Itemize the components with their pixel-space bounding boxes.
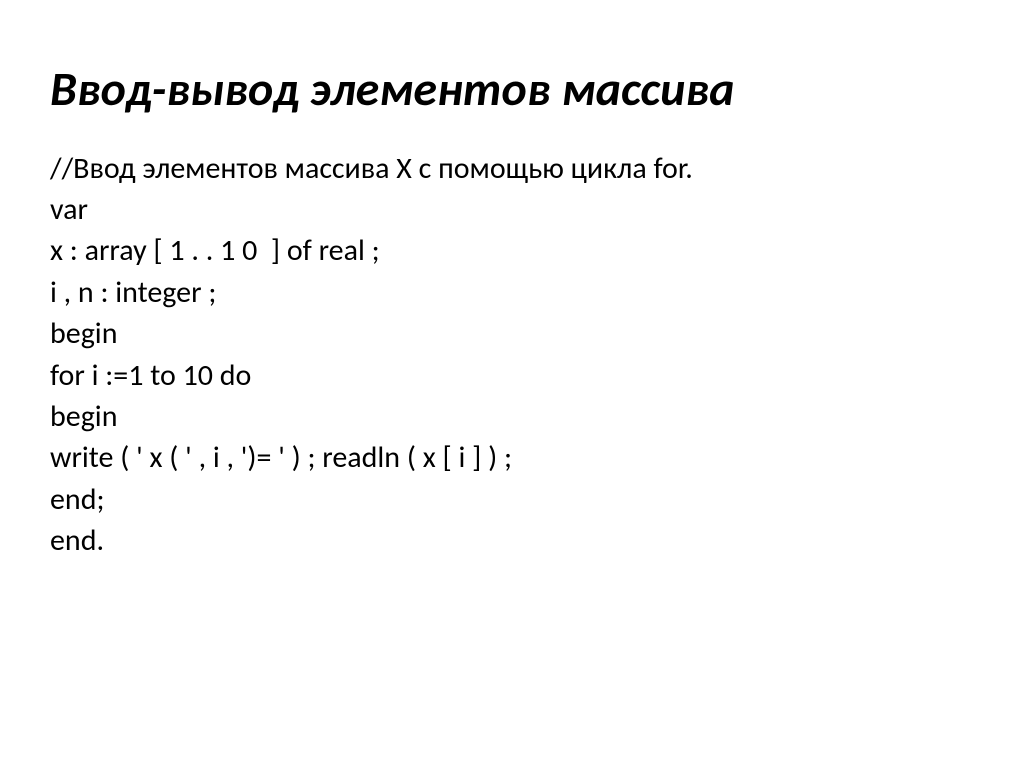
code-line: for i :=1 to 10 do (50, 355, 974, 396)
code-line: end; (50, 479, 974, 520)
code-line: end. (50, 520, 974, 561)
code-line: begin (50, 313, 974, 354)
slide-title: Ввод-вывод элементов массива (50, 60, 974, 118)
code-line: var (50, 189, 974, 230)
code-block: //Ввод элементов массива X с помощью цик… (50, 148, 974, 562)
code-line: begin (50, 396, 974, 437)
code-line: i , n : integer ; (50, 272, 974, 313)
code-line: x : array [ 1 . . 1 0 ] of real ; (50, 230, 974, 271)
code-line: //Ввод элементов массива X с помощью цик… (50, 148, 974, 189)
code-line: write ( ' x ( ' , i , ')= ' ) ; readln (… (50, 437, 974, 478)
